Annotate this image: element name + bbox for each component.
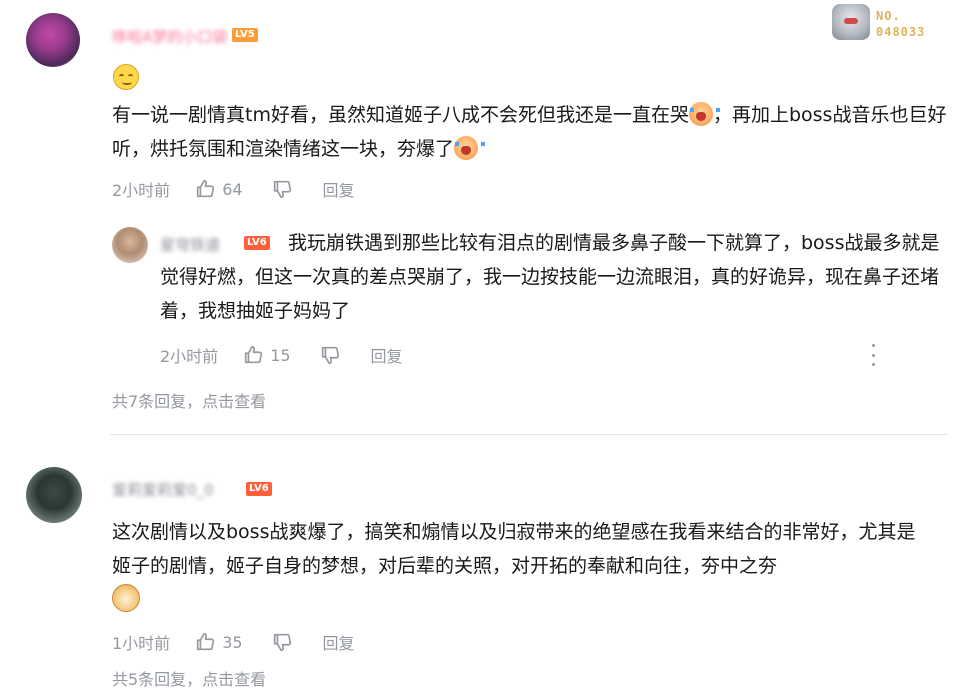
crying-emoji-icon	[454, 136, 486, 160]
avatar[interactable]	[26, 467, 82, 523]
comment-time: 2小时前	[112, 181, 171, 200]
comment-time: 1小时前	[112, 634, 171, 653]
comment-actions: 2小时前 64 回复	[112, 177, 355, 201]
view-more-replies-link[interactable]: 共7条回复，点击查看	[112, 388, 266, 412]
like-button[interactable]: 35	[194, 631, 270, 653]
comment-divider	[110, 434, 948, 435]
thumbs-up-icon	[197, 632, 215, 651]
thumbs-down-icon	[321, 346, 339, 365]
crying-emoji-icon	[688, 102, 720, 126]
smile-emoji-icon	[113, 64, 139, 90]
thumbs-up-icon	[245, 345, 263, 364]
reply-avatar[interactable]	[112, 227, 148, 263]
thumbs-down-icon	[273, 633, 291, 652]
reply-text: 我玩崩铁遇到那些比较有泪点的剧情最多鼻子酸一下就算了，boss战最多就是觉得好燃…	[160, 232, 940, 322]
like-count: 35	[222, 632, 243, 652]
like-button[interactable]: 15	[242, 344, 318, 366]
view-more-replies-link[interactable]: 共5条回复，点击查看	[112, 666, 266, 690]
doge-emoji-icon	[112, 584, 140, 612]
avatar[interactable]	[26, 13, 80, 67]
level-badge: LV5	[232, 28, 258, 42]
like-count: 15	[270, 345, 291, 365]
more-options-icon[interactable]	[868, 344, 878, 366]
reply-button[interactable]: 回复	[323, 177, 355, 201]
comment-username[interactable]: 哆啦A梦的小口袋	[112, 26, 227, 47]
comment-text: 有一说一剧情真tm好看，虽然知道姬子八成不会死但我还是一直在哭 ，再加上boss战…	[112, 102, 947, 160]
thumbs-up-icon	[197, 179, 215, 198]
reply-actions: 2小时前 15 回复	[160, 343, 403, 367]
reply-button[interactable]: 回复	[323, 630, 355, 654]
comment-actions: 1小时前 35 回复	[112, 630, 355, 654]
dislike-button[interactable]	[271, 178, 293, 200]
fan-badge-character-icon	[832, 4, 870, 40]
comment-text: 这次剧情以及boss战爽爆了，搞笑和煽情以及归寂带来的绝望感在我看来结合的非常好…	[112, 521, 916, 577]
reply-button[interactable]: 回复	[371, 343, 403, 367]
like-button[interactable]: 64	[194, 178, 270, 200]
dislike-button[interactable]	[319, 344, 341, 366]
level-badge: LV6	[246, 482, 272, 496]
fan-badge-number: NO. 048033	[876, 9, 926, 39]
thumbs-down-icon	[273, 180, 291, 199]
comment-username[interactable]: 爱莉爱莉爱0_0	[112, 479, 214, 500]
reply-time: 2小时前	[160, 347, 219, 366]
like-count: 64	[222, 179, 243, 199]
dislike-button[interactable]	[271, 631, 293, 653]
